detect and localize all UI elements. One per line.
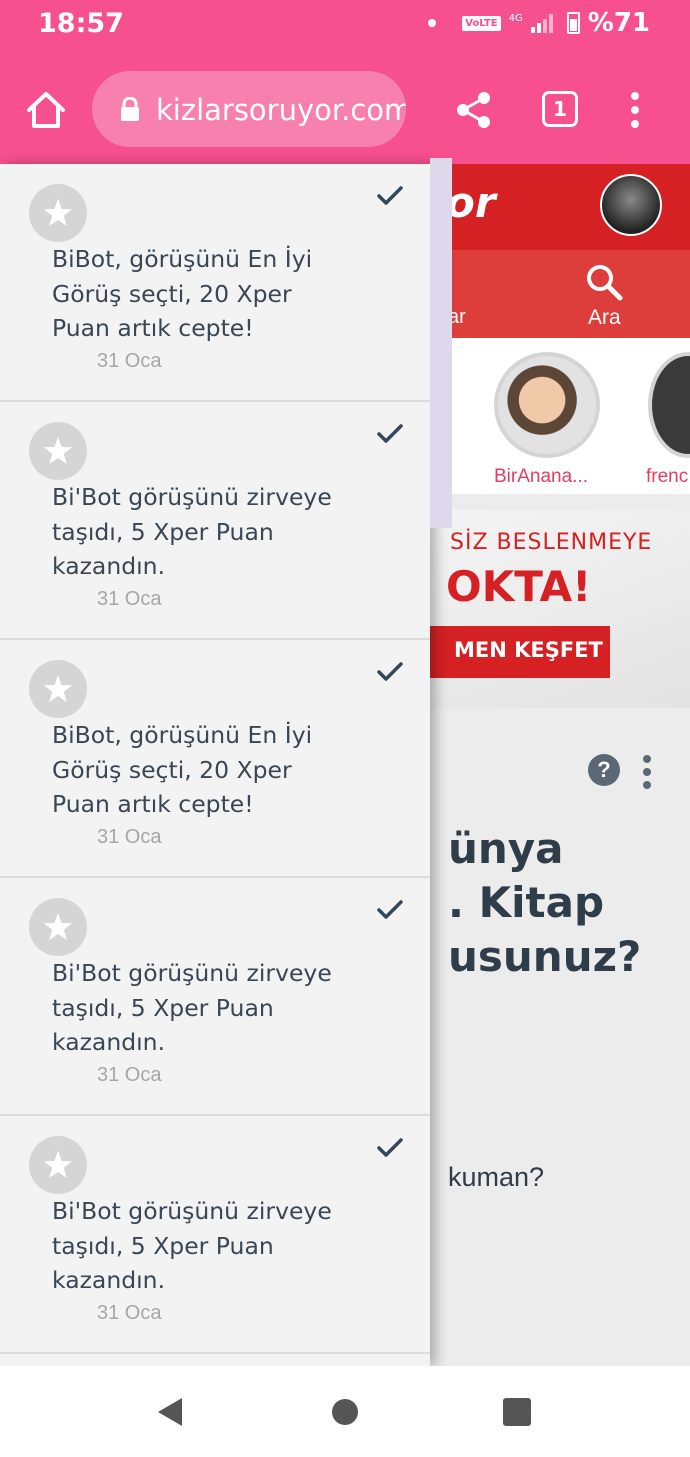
ad-line2: OKTA! bbox=[446, 562, 592, 611]
star-icon bbox=[29, 184, 87, 242]
help-icon[interactable]: ? bbox=[588, 754, 620, 786]
star-icon bbox=[29, 422, 87, 480]
home-icon[interactable] bbox=[24, 88, 68, 132]
notification-item[interactable]: Bi'Bot görüşünü zirveye taşıdı, 5 Xper P… bbox=[0, 402, 430, 640]
signal-icon bbox=[530, 13, 553, 33]
share-icon[interactable] bbox=[454, 90, 494, 130]
search-icon[interactable] bbox=[584, 262, 624, 302]
drawer-scrollbar[interactable] bbox=[430, 158, 452, 528]
notification-item[interactable]: Bi'Bot görüşünü zirveye taşıdı, 5 Xper P… bbox=[0, 1116, 430, 1354]
battery-icon bbox=[566, 12, 580, 34]
more-vert-icon[interactable] bbox=[640, 754, 654, 790]
network-type: 4G bbox=[508, 12, 523, 24]
notification-item[interactable]: BiBot, görüşünü En İyi Görüş seçti, 20 X… bbox=[0, 164, 430, 402]
notification-dot-icon bbox=[428, 19, 437, 27]
notification-text: Bi'Bot görüşünü zirveye taşıdı, 5 Xper P… bbox=[52, 959, 332, 1056]
check-icon[interactable] bbox=[376, 184, 404, 208]
status-icons: VoLTE 4G %71 bbox=[428, 6, 650, 40]
back-icon[interactable] bbox=[156, 1396, 184, 1428]
notification-text: BiBot, görüşünü En İyi Görüş seçti, 20 X… bbox=[52, 721, 313, 818]
star-icon bbox=[29, 898, 87, 956]
notification-text: Bi'Bot görüşünü zirveye taşıdı, 5 Xper P… bbox=[52, 1197, 332, 1294]
system-nav-bar bbox=[0, 1366, 690, 1457]
lock-icon bbox=[120, 96, 140, 121]
site-header: or bbox=[430, 164, 690, 250]
recents-icon[interactable] bbox=[503, 1398, 531, 1426]
star-icon bbox=[29, 660, 87, 718]
url-text: kizlarsoruyor.com bbox=[156, 93, 406, 127]
tab-switcher-button[interactable]: 1 bbox=[542, 91, 578, 127]
notification-date: 31 Oca bbox=[97, 1064, 162, 1086]
story-label[interactable]: frenc bbox=[646, 466, 688, 488]
notification-item[interactable]: BiBot, görüşünü En İyi Görüş seçti, 20 X… bbox=[0, 640, 430, 878]
volte-badge: VoLTE bbox=[462, 15, 501, 31]
story-avatar[interactable] bbox=[494, 352, 600, 458]
browser-toolbar: 18:57 VoLTE 4G %71 kizlarsoruyor.com 1 bbox=[0, 0, 690, 164]
check-icon[interactable] bbox=[376, 898, 404, 922]
ad-cta-button[interactable]: MEN KEŞFET bbox=[430, 626, 610, 678]
ad-line1: SİZ BESLENMEYE bbox=[450, 530, 653, 555]
ad-banner[interactable]: SİZ BESLENMEYE OKTA! MEN KEŞFET bbox=[430, 510, 690, 708]
check-icon[interactable] bbox=[376, 1136, 404, 1160]
check-icon[interactable] bbox=[376, 422, 404, 446]
home-circle-icon[interactable] bbox=[332, 1399, 358, 1425]
notification-list[interactable]: BiBot, görüşünü En İyi Görüş seçti, 20 X… bbox=[0, 164, 430, 1366]
check-icon[interactable] bbox=[376, 660, 404, 684]
star-icon bbox=[29, 1136, 87, 1194]
address-bar[interactable]: kizlarsoruyor.com bbox=[92, 71, 406, 147]
notification-item[interactable]: Bi'Bot görüşünü zirveye taşıdı, 5 Xper P… bbox=[0, 878, 430, 1116]
site-logo[interactable]: or bbox=[446, 178, 496, 227]
notification-text: Bi'Bot görüşünü zirveye taşıdı, 5 Xper P… bbox=[52, 483, 332, 580]
notification-date: 31 Oca bbox=[97, 350, 162, 372]
more-vert-icon[interactable] bbox=[620, 90, 650, 130]
site-nav: ar Ara bbox=[430, 250, 690, 338]
question-title[interactable]: ünya . Kitap usunuz? bbox=[448, 822, 641, 984]
notification-date: 31 Oca bbox=[97, 826, 162, 848]
status-time: 18:57 bbox=[38, 8, 124, 39]
story-label[interactable]: BirAnana... bbox=[494, 466, 588, 488]
background-page: or ar Ara BirAnana... frenc SİZ BESLENME… bbox=[430, 164, 690, 1366]
notification-date: 31 Oca bbox=[97, 1302, 162, 1324]
stories-strip: BirAnana... frenc bbox=[430, 338, 690, 494]
battery-percent: %71 bbox=[587, 8, 650, 38]
notification-drawer[interactable]: BiBot, görüşünü En İyi Görüş seçti, 20 X… bbox=[0, 164, 430, 1366]
notification-date: 31 Oca bbox=[97, 588, 162, 610]
nav-item-search-label[interactable]: Ara bbox=[588, 306, 621, 330]
notification-text: BiBot, görüşünü En İyi Görüş seçti, 20 X… bbox=[52, 245, 313, 342]
question-subtitle: kuman? bbox=[448, 1162, 545, 1192]
story-avatar[interactable] bbox=[648, 352, 690, 458]
user-avatar[interactable] bbox=[600, 174, 662, 236]
